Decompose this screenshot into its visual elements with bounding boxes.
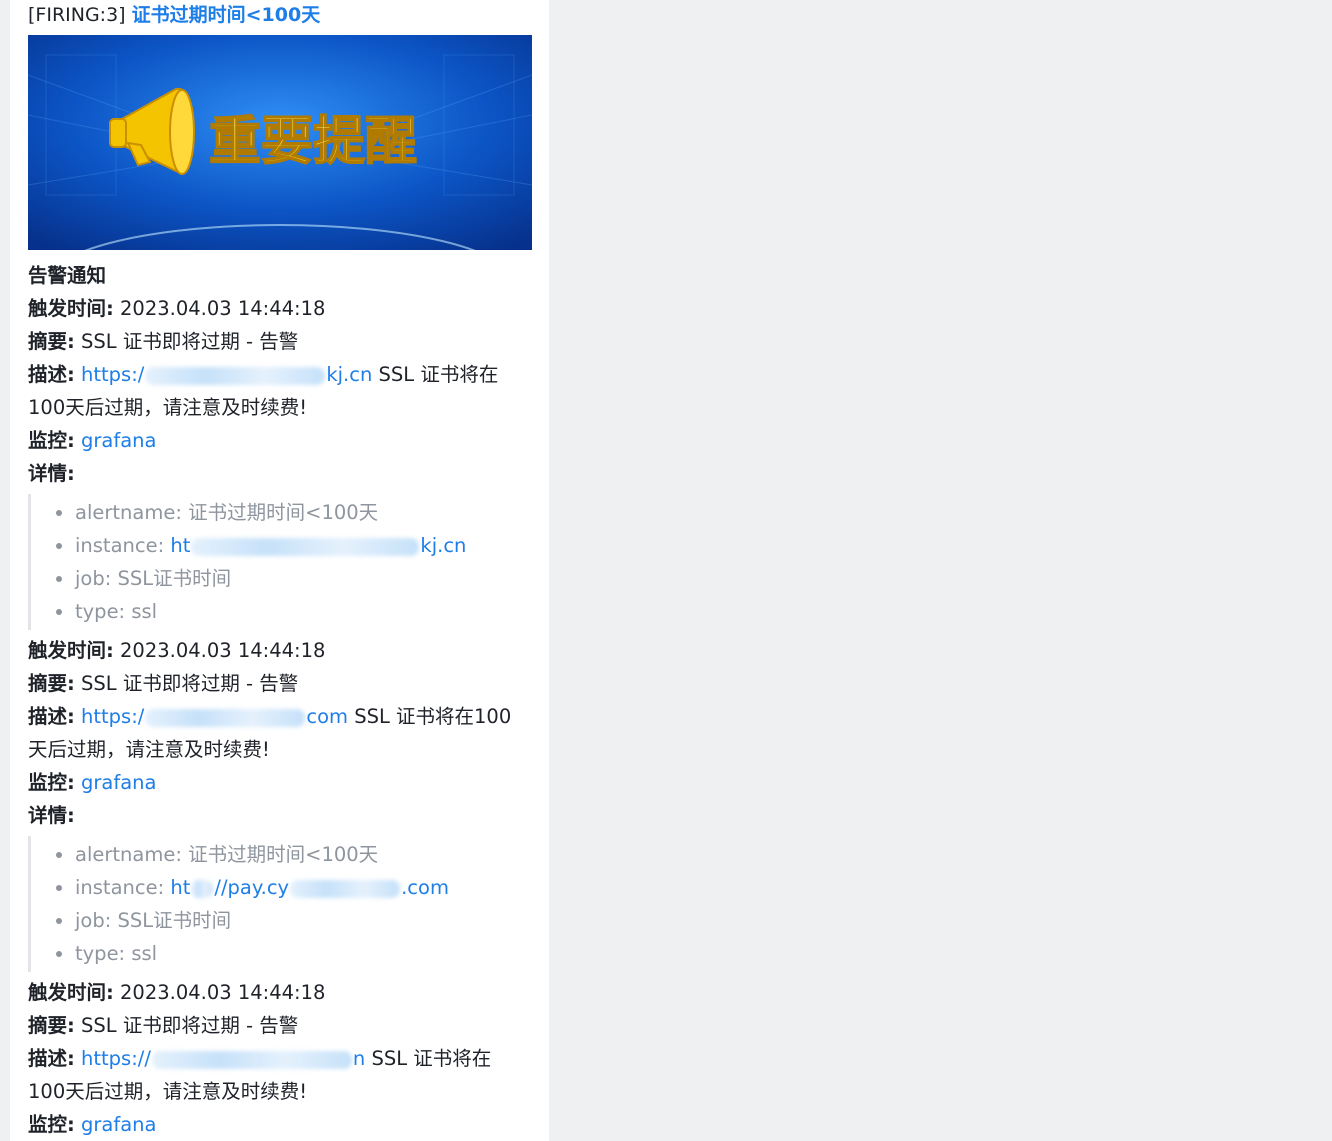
trigger-time-value: 2023.04.03 14:44:18 [120,297,326,320]
description-link[interactable]: https:/ com [81,705,348,728]
alert-block-1: 告警通知 触发时间: 2023.04.03 14:44:18 摘要: SSL 证… [28,259,538,630]
alert-banner-image: 重要提醒 [28,35,532,250]
summary-value: SSL 证书即将过期 - 告警 [81,1014,299,1037]
description-row: 描述: https:/ kj.cn SSL 证书将在 [28,358,538,391]
summary-label: 摘要: [28,330,75,353]
instance-link-end[interactable]: .com [401,876,449,899]
detail-alertname: alertname: 证书过期时间<100天 [31,838,538,871]
description-link-end[interactable]: com [306,705,348,728]
detail-job: job: SSL证书时间 [31,904,538,937]
description-row: 描述: https:// n SSL 证书将在 [28,1042,538,1075]
description-link-start[interactable]: https:// [81,1047,151,1070]
detail-type: type: ssl [31,937,538,970]
redacted-blur [191,537,420,556]
description-label: 描述: [28,1047,75,1070]
redacted-blur [145,708,306,727]
summary-row: 摘要: SSL 证书即将过期 - 告警 [28,325,538,358]
summary-label: 摘要: [28,1014,75,1037]
instance-link[interactable]: ht kj.cn [170,534,466,557]
detail-key: alertname: [75,501,182,524]
trigger-time-value: 2023.04.03 14:44:18 [120,639,326,662]
notice-heading: 告警通知 [28,264,107,287]
detail-instance: instance: ht //pay.cy .com [31,871,538,904]
instance-link-end[interactable]: kj.cn [420,534,466,557]
alert-block-2: 触发时间: 2023.04.03 14:44:18 摘要: SSL 证书即将过期… [28,634,538,972]
monitor-label: 监控: [28,771,75,794]
details-list: alertname: 证书过期时间<100天 instance: ht kj.cn… [28,494,538,630]
description-text: SSL 证书将在100 [354,705,512,728]
detail-key: alertname: [75,843,182,866]
description-link-start[interactable]: https:/ [81,363,144,386]
monitor-label: 监控: [28,1113,75,1136]
detail-alertname: alertname: 证书过期时间<100天 [31,496,538,529]
trigger-time-label: 触发时间: [28,639,114,662]
detail-job: job: SSL证书时间 [31,562,538,595]
description-link-end[interactable]: n [353,1047,365,1070]
monitor-row: 监控: grafana [28,766,538,799]
summary-label: 摘要: [28,672,75,695]
details-list: alertname: 证书过期时间<100天 instance: ht //pay… [28,836,538,972]
detail-type: type: ssl [31,595,538,628]
detail-key: instance: [75,876,165,899]
trigger-time-row: 触发时间: 2023.04.03 14:44:18 [28,976,538,1009]
redacted-blur [290,879,401,898]
instance-link[interactable]: ht //pay.cy .com [170,876,449,899]
trigger-time-label: 触发时间: [28,297,114,320]
description-link[interactable]: https:/ kj.cn [81,363,372,386]
redacted-blur [151,1050,352,1069]
banner-text: 重要提醒 [209,112,417,172]
detail-value: 证书过期时间<100天 [188,501,379,524]
summary-row: 摘要: SSL 证书即将过期 - 告警 [28,667,538,700]
message-title: [FIRING:3] 证书过期时间<100天 [28,2,320,28]
message-card: [FIRING:3] 证书过期时间<100天 重要提醒 告警通知 触发时间: 2… [10,0,549,1141]
monitor-link[interactable]: grafana [81,429,156,452]
redacted-blur [191,879,214,898]
trigger-time-row: 触发时间: 2023.04.03 14:44:18 [28,634,538,667]
summary-row: 摘要: SSL 证书即将过期 - 告警 [28,1009,538,1042]
description-row: 描述: https:/ com SSL 证书将在100 [28,700,538,733]
monitor-label: 监控: [28,429,75,452]
instance-link-start[interactable]: ht [170,534,190,557]
details-label: 详情: [28,804,75,827]
description-continued: 100天后过期，请注意及时续费! [28,1080,308,1103]
trigger-time-value: 2023.04.03 14:44:18 [120,981,326,1004]
redacted-blur [145,366,326,385]
detail-instance: instance: ht kj.cn [31,529,538,562]
summary-value: SSL 证书即将过期 - 告警 [81,330,299,353]
description-label: 描述: [28,705,75,728]
monitor-link[interactable]: grafana [81,771,156,794]
trigger-time-row: 触发时间: 2023.04.03 14:44:18 [28,292,538,325]
alert-block-3: 触发时间: 2023.04.03 14:44:18 摘要: SSL 证书即将过期… [28,976,538,1141]
description-link-end[interactable]: kj.cn [326,363,372,386]
instance-link-start[interactable]: ht [170,876,190,899]
title-link[interactable]: 证书过期时间<100天 [132,4,321,26]
monitor-row: 监控: grafana [28,424,538,457]
description-text: SSL 证书将在 [371,1047,492,1070]
monitor-link[interactable]: grafana [81,1113,156,1136]
description-continued: 天后过期，请注意及时续费! [28,738,270,761]
detail-value: 证书过期时间<100天 [188,843,379,866]
monitor-row: 监控: grafana [28,1108,538,1141]
description-link-start[interactable]: https:/ [81,705,144,728]
instance-link-mid[interactable]: //pay.cy [214,876,289,899]
title-prefix: [FIRING:3] [28,4,126,26]
details-label: 详情: [28,462,75,485]
description-continued: 100天后过期，请注意及时续费! [28,396,308,419]
description-label: 描述: [28,363,75,386]
description-link[interactable]: https:// n [81,1047,365,1070]
description-text: SSL 证书将在 [378,363,499,386]
detail-key: instance: [75,534,165,557]
summary-value: SSL 证书即将过期 - 告警 [81,672,299,695]
trigger-time-label: 触发时间: [28,981,114,1004]
